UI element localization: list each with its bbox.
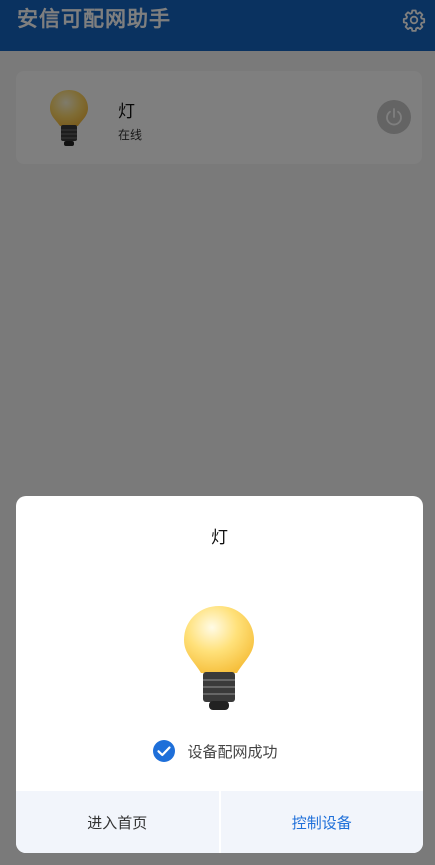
control-device-button[interactable]: 控制设备 [221, 791, 424, 853]
success-message: 设备配网成功 [187, 742, 278, 761]
app-root: 安信可配网助手 灯 在线 [0, 0, 435, 865]
dialog-device-name: 灯 [211, 528, 228, 548]
checkmark-circle-icon [153, 740, 176, 762]
lightbulb-icon [184, 606, 254, 710]
enter-home-button[interactable]: 进入首页 [16, 791, 221, 853]
dialog-footer: 进入首页 控制设备 [16, 791, 423, 853]
success-row: 设备配网成功 [16, 740, 423, 762]
provision-success-dialog: 灯 设备配网成功 进入首页 控制设备 [16, 496, 423, 853]
